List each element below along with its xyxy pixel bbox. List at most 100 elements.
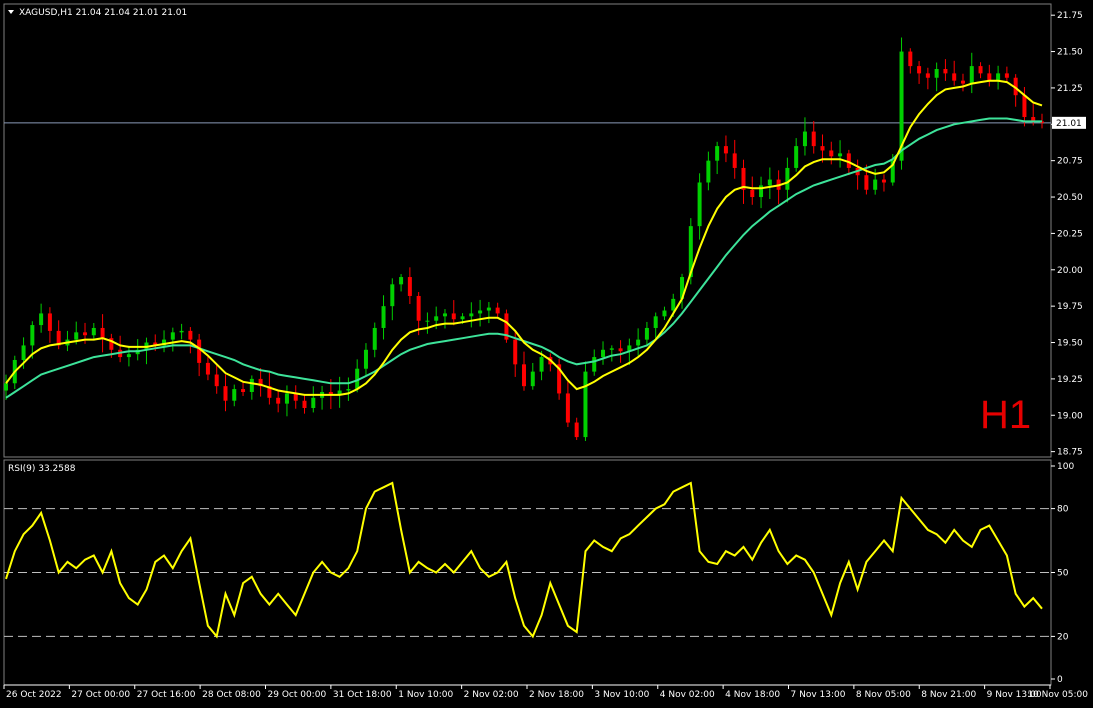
candle-body <box>943 69 948 74</box>
candle-body <box>750 189 755 198</box>
candle-body <box>4 383 8 391</box>
candle-body <box>30 325 35 346</box>
candle-body <box>223 386 228 401</box>
rsi-tick-label: 0 <box>1057 675 1063 685</box>
price-tick-label: 19.00 <box>1057 411 1083 421</box>
candle-body <box>794 146 799 168</box>
candle-body <box>969 66 974 84</box>
candle-body <box>495 307 500 314</box>
candle-body <box>311 397 316 408</box>
rsi-tick-label: 50 <box>1057 569 1069 579</box>
candle-body <box>469 313 474 317</box>
candle-body <box>618 348 623 352</box>
time-tick-label: 29 Oct 00:00 <box>268 690 327 700</box>
price-tick-label: 20.25 <box>1057 229 1083 239</box>
price-tick-label: 21.75 <box>1057 11 1083 21</box>
candle-body <box>197 339 202 363</box>
price-tick-label: 20.00 <box>1057 266 1083 276</box>
candle-body <box>671 298 676 311</box>
candle-body <box>372 327 377 350</box>
candle-body <box>284 393 289 404</box>
candle-body <box>100 327 105 339</box>
candle-body <box>706 160 711 183</box>
candle-body <box>39 313 44 326</box>
candle-body <box>952 73 957 81</box>
candle-body <box>723 146 728 154</box>
candle-body <box>249 378 254 392</box>
candle-body <box>21 345 26 360</box>
candle-body <box>1004 73 1009 78</box>
candle-body <box>399 277 404 285</box>
candle-body <box>636 339 641 346</box>
candle-body <box>601 349 606 358</box>
candle-body <box>522 364 526 387</box>
candle-body <box>574 422 579 438</box>
candle-body <box>47 313 52 331</box>
candle-body <box>91 327 96 336</box>
chart-background <box>0 0 1093 708</box>
candle-body <box>416 295 421 321</box>
candle-body <box>390 284 395 307</box>
time-tick-label: 8 Nov 05:00 <box>856 690 911 700</box>
candle-body <box>917 66 922 74</box>
candle-body <box>978 66 983 74</box>
candle-body <box>732 153 737 168</box>
candle-body <box>811 131 816 147</box>
candle-body <box>996 73 1001 81</box>
price-tick-label: 20.50 <box>1057 193 1083 203</box>
candle-body <box>829 150 834 157</box>
candle-body <box>434 316 439 321</box>
candle-body <box>346 389 351 391</box>
time-tick-label: 2 Nov 02:00 <box>464 690 519 700</box>
current-price-label: 21.01 <box>1056 119 1082 129</box>
time-tick-label: 28 Oct 08:00 <box>202 690 261 700</box>
candle-body <box>451 313 456 320</box>
candle-body <box>697 182 702 227</box>
candle-body <box>188 330 193 340</box>
candle-body <box>539 357 544 372</box>
candle-body <box>960 80 965 84</box>
candle-body <box>170 332 175 340</box>
symbol-header: XAGUSD,H1 21.04 21.04 21.01 21.01 <box>19 8 187 18</box>
time-tick-label: 4 Nov 02:00 <box>660 690 715 700</box>
candle-body <box>662 310 667 317</box>
price-tick-label: 18.75 <box>1057 448 1083 458</box>
time-tick-label: 26 Oct 2022 <box>6 690 62 700</box>
candle-body <box>205 362 210 375</box>
candle-body <box>820 146 825 151</box>
candle-body <box>530 371 535 387</box>
candle-body <box>864 175 869 190</box>
candle-body <box>478 310 483 314</box>
rsi-tick-label: 80 <box>1057 505 1069 515</box>
candle-body <box>460 316 465 320</box>
rsi-tick-label: 20 <box>1057 632 1069 642</box>
time-tick-label: 2 Nov 18:00 <box>529 690 584 700</box>
time-tick-label: 31 Oct 18:00 <box>333 690 392 700</box>
price-tick-label: 19.25 <box>1057 375 1083 385</box>
price-tick-label: 19.50 <box>1057 339 1083 349</box>
time-tick-label: 7 Nov 13:00 <box>791 690 846 700</box>
time-tick-label: 27 Oct 00:00 <box>71 690 130 700</box>
trading-chart[interactable]: 21.7521.5021.2521.0020.7520.5020.2520.00… <box>0 0 1093 708</box>
time-tick-label: 1 Nov 10:00 <box>398 690 453 700</box>
candle-body <box>715 146 720 161</box>
time-tick-label: 27 Oct 16:00 <box>137 690 196 700</box>
candle-body <box>592 357 597 372</box>
time-tick-label: 4 Nov 18:00 <box>725 690 780 700</box>
candle-body <box>83 332 88 336</box>
price-tick-label: 19.75 <box>1057 302 1083 312</box>
candle-body <box>232 389 237 401</box>
candle-body <box>179 330 184 333</box>
timeframe-label: H1 <box>980 393 1031 437</box>
time-tick-label: 8 Nov 21:00 <box>921 690 976 700</box>
candle-body <box>609 348 614 350</box>
candle-body <box>381 306 386 328</box>
candle-body <box>74 332 79 340</box>
candle-body <box>363 349 368 369</box>
candle-body <box>925 73 930 78</box>
time-tick-label: 10 Nov 05:00 <box>1027 690 1088 700</box>
candle-body <box>802 131 807 147</box>
candle-body <box>644 327 649 340</box>
candle-body <box>653 316 658 328</box>
candle-body <box>1022 95 1027 118</box>
